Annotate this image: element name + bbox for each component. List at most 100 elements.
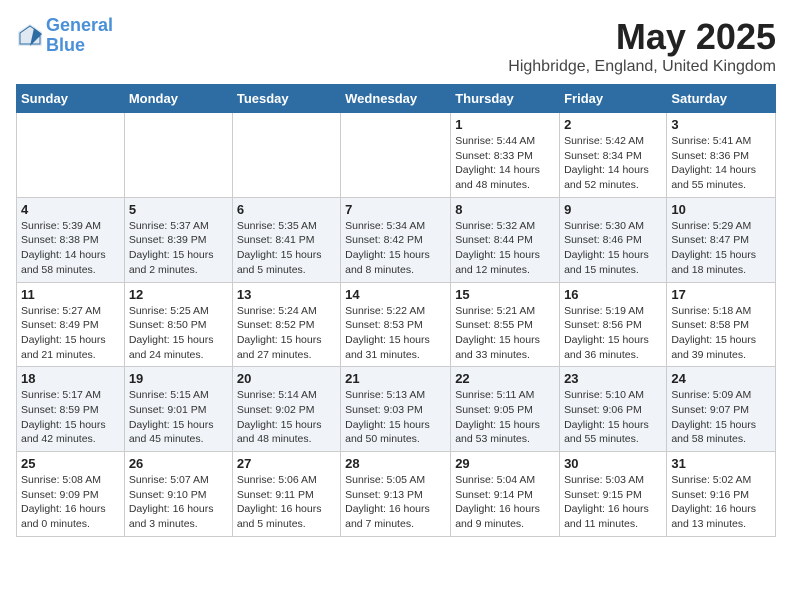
day-detail: Sunrise: 5:24 AM Sunset: 8:52 PM Dayligh… xyxy=(237,304,336,363)
day-detail: Sunrise: 5:07 AM Sunset: 9:10 PM Dayligh… xyxy=(129,473,228,532)
day-number: 19 xyxy=(129,371,228,386)
calendar-cell: 25Sunrise: 5:08 AM Sunset: 9:09 PM Dayli… xyxy=(17,452,125,537)
day-number: 22 xyxy=(455,371,555,386)
logo: General Blue xyxy=(16,16,113,56)
day-number: 9 xyxy=(564,202,662,217)
day-number: 25 xyxy=(21,456,120,471)
calendar-body: 1Sunrise: 5:44 AM Sunset: 8:33 PM Daylig… xyxy=(17,113,776,537)
logo-icon xyxy=(16,22,44,50)
day-number: 13 xyxy=(237,287,336,302)
subtitle: Highbridge, England, United Kingdom xyxy=(508,58,776,76)
day-detail: Sunrise: 5:42 AM Sunset: 8:34 PM Dayligh… xyxy=(564,134,662,193)
calendar-cell: 11Sunrise: 5:27 AM Sunset: 8:49 PM Dayli… xyxy=(17,282,125,367)
day-number: 14 xyxy=(345,287,446,302)
day-detail: Sunrise: 5:02 AM Sunset: 9:16 PM Dayligh… xyxy=(671,473,771,532)
day-detail: Sunrise: 5:21 AM Sunset: 8:55 PM Dayligh… xyxy=(455,304,555,363)
day-number: 28 xyxy=(345,456,446,471)
calendar-cell: 6 Sunrise: 5:35 AM Sunset: 8:41 PM Daylig… xyxy=(232,197,340,282)
day-detail: Sunrise: 5:09 AM Sunset: 9:07 PM Dayligh… xyxy=(671,388,771,447)
day-detail: Sunrise: 5:11 AM Sunset: 9:05 PM Dayligh… xyxy=(455,388,555,447)
logo-line1: General xyxy=(46,15,113,35)
calendar-cell: 26 Sunrise: 5:07 AM Sunset: 9:10 PM Dayli… xyxy=(124,452,232,537)
day-number: 2 xyxy=(564,117,662,132)
header-cell-tuesday: Tuesday xyxy=(232,85,340,113)
header-row: SundayMondayTuesdayWednesdayThursdayFrid… xyxy=(17,85,776,113)
day-detail: Sunrise: 5:34 AM Sunset: 8:42 PM Dayligh… xyxy=(345,219,446,278)
title-block: May 2025 Highbridge, England, United Kin… xyxy=(508,16,776,76)
calendar-cell: 28 Sunrise: 5:05 AM Sunset: 9:13 PM Dayli… xyxy=(341,452,451,537)
header-cell-wednesday: Wednesday xyxy=(341,85,451,113)
calendar-cell: 7 Sunrise: 5:34 AM Sunset: 8:42 PM Daylig… xyxy=(341,197,451,282)
week-row-4: 18 Sunrise: 5:17 AM Sunset: 8:59 PM Dayli… xyxy=(17,367,776,452)
header-cell-sunday: Sunday xyxy=(17,85,125,113)
day-number: 17 xyxy=(671,287,771,302)
page-header: General Blue May 2025 Highbridge, Englan… xyxy=(16,16,776,76)
calendar-cell: 21 Sunrise: 5:13 AM Sunset: 9:03 PM Dayli… xyxy=(341,367,451,452)
day-detail: Sunrise: 5:13 AM Sunset: 9:03 PM Dayligh… xyxy=(345,388,446,447)
day-detail: Sunrise: 5:05 AM Sunset: 9:13 PM Dayligh… xyxy=(345,473,446,532)
day-number: 4 xyxy=(21,202,120,217)
logo-text: General Blue xyxy=(46,16,113,56)
day-number: 24 xyxy=(671,371,771,386)
calendar-cell: 14 Sunrise: 5:22 AM Sunset: 8:53 PM Dayli… xyxy=(341,282,451,367)
day-detail: Sunrise: 5:06 AM Sunset: 9:11 PM Dayligh… xyxy=(237,473,336,532)
day-detail: Sunrise: 5:29 AM Sunset: 8:47 PM Dayligh… xyxy=(671,219,771,278)
header-cell-thursday: Thursday xyxy=(451,85,560,113)
day-detail: Sunrise: 5:41 AM Sunset: 8:36 PM Dayligh… xyxy=(671,134,771,193)
day-detail: Sunrise: 5:32 AM Sunset: 8:44 PM Dayligh… xyxy=(455,219,555,278)
calendar-cell: 18 Sunrise: 5:17 AM Sunset: 8:59 PM Dayli… xyxy=(17,367,125,452)
calendar-cell: 31 Sunrise: 5:02 AM Sunset: 9:16 PM Dayli… xyxy=(667,452,776,537)
day-number: 6 xyxy=(237,202,336,217)
day-detail: Sunrise: 5:25 AM Sunset: 8:50 PM Dayligh… xyxy=(129,304,228,363)
day-detail: Sunrise: 5:19 AM Sunset: 8:56 PM Dayligh… xyxy=(564,304,662,363)
calendar-cell: 13 Sunrise: 5:24 AM Sunset: 8:52 PM Dayli… xyxy=(232,282,340,367)
calendar-cell: 22 Sunrise: 5:11 AM Sunset: 9:05 PM Dayli… xyxy=(451,367,560,452)
day-number: 1 xyxy=(455,117,555,132)
day-number: 5 xyxy=(129,202,228,217)
day-detail: Sunrise: 5:39 AM Sunset: 8:38 PM Dayligh… xyxy=(21,219,120,278)
calendar-cell: 23 Sunrise: 5:10 AM Sunset: 9:06 PM Dayli… xyxy=(560,367,667,452)
calendar-cell: 2 Sunrise: 5:42 AM Sunset: 8:34 PM Daylig… xyxy=(560,113,667,198)
calendar-cell: 24 Sunrise: 5:09 AM Sunset: 9:07 PM Dayli… xyxy=(667,367,776,452)
week-row-1: 1Sunrise: 5:44 AM Sunset: 8:33 PM Daylig… xyxy=(17,113,776,198)
day-number: 10 xyxy=(671,202,771,217)
day-detail: Sunrise: 5:22 AM Sunset: 8:53 PM Dayligh… xyxy=(345,304,446,363)
header-cell-saturday: Saturday xyxy=(667,85,776,113)
calendar-cell: 4 Sunrise: 5:39 AM Sunset: 8:38 PM Daylig… xyxy=(17,197,125,282)
day-number: 21 xyxy=(345,371,446,386)
day-number: 20 xyxy=(237,371,336,386)
calendar-cell: 17 Sunrise: 5:18 AM Sunset: 8:58 PM Dayli… xyxy=(667,282,776,367)
calendar-cell: 8 Sunrise: 5:32 AM Sunset: 8:44 PM Daylig… xyxy=(451,197,560,282)
calendar-cell: 10 Sunrise: 5:29 AM Sunset: 8:47 PM Dayli… xyxy=(667,197,776,282)
calendar-cell xyxy=(232,113,340,198)
day-detail: Sunrise: 5:10 AM Sunset: 9:06 PM Dayligh… xyxy=(564,388,662,447)
calendar-header: SundayMondayTuesdayWednesdayThursdayFrid… xyxy=(17,85,776,113)
header-cell-friday: Friday xyxy=(560,85,667,113)
day-number: 8 xyxy=(455,202,555,217)
day-detail: Sunrise: 5:35 AM Sunset: 8:41 PM Dayligh… xyxy=(237,219,336,278)
calendar-cell xyxy=(124,113,232,198)
day-number: 3 xyxy=(671,117,771,132)
week-row-3: 11Sunrise: 5:27 AM Sunset: 8:49 PM Dayli… xyxy=(17,282,776,367)
day-number: 30 xyxy=(564,456,662,471)
day-number: 23 xyxy=(564,371,662,386)
calendar-table: SundayMondayTuesdayWednesdayThursdayFrid… xyxy=(16,84,776,537)
calendar-cell: 20Sunrise: 5:14 AM Sunset: 9:02 PM Dayli… xyxy=(232,367,340,452)
day-detail: Sunrise: 5:03 AM Sunset: 9:15 PM Dayligh… xyxy=(564,473,662,532)
day-detail: Sunrise: 5:37 AM Sunset: 8:39 PM Dayligh… xyxy=(129,219,228,278)
day-number: 29 xyxy=(455,456,555,471)
header-cell-monday: Monday xyxy=(124,85,232,113)
calendar-cell: 5 Sunrise: 5:37 AM Sunset: 8:39 PM Daylig… xyxy=(124,197,232,282)
day-number: 31 xyxy=(671,456,771,471)
day-detail: Sunrise: 5:17 AM Sunset: 8:59 PM Dayligh… xyxy=(21,388,120,447)
calendar-cell: 12Sunrise: 5:25 AM Sunset: 8:50 PM Dayli… xyxy=(124,282,232,367)
day-number: 18 xyxy=(21,371,120,386)
day-number: 26 xyxy=(129,456,228,471)
day-number: 27 xyxy=(237,456,336,471)
calendar-cell: 3 Sunrise: 5:41 AM Sunset: 8:36 PM Daylig… xyxy=(667,113,776,198)
day-detail: Sunrise: 5:30 AM Sunset: 8:46 PM Dayligh… xyxy=(564,219,662,278)
day-number: 7 xyxy=(345,202,446,217)
calendar-cell: 27 Sunrise: 5:06 AM Sunset: 9:11 PM Dayli… xyxy=(232,452,340,537)
day-detail: Sunrise: 5:18 AM Sunset: 8:58 PM Dayligh… xyxy=(671,304,771,363)
calendar-cell xyxy=(341,113,451,198)
